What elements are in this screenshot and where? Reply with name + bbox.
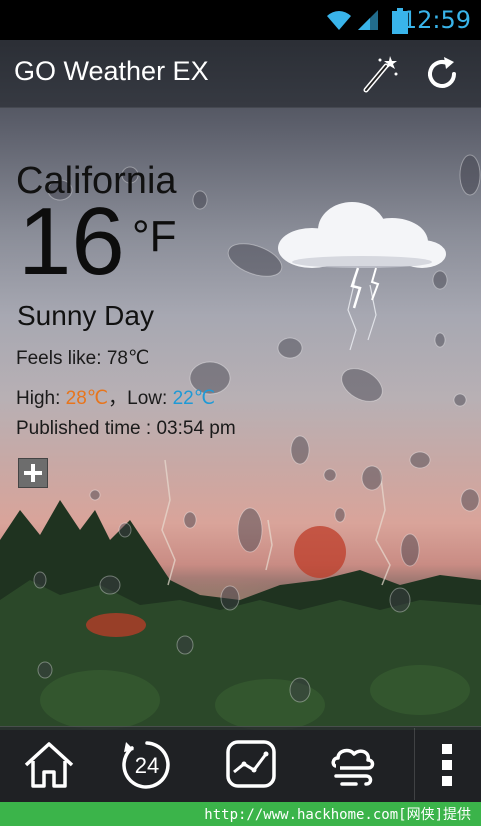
- add-city-button[interactable]: [18, 458, 48, 488]
- feels-like: Feels like: 78℃: [16, 347, 149, 370]
- home-icon: [24, 742, 74, 788]
- temperature-unit: °F: [132, 212, 177, 261]
- weather-condition: Sunny Day: [17, 300, 154, 331]
- trend-chart-button[interactable]: [222, 736, 280, 794]
- hourly-forecast-button[interactable]: 24: [118, 736, 176, 794]
- low-label: Low:: [127, 388, 173, 409]
- high-low: High: 28℃，Low: 22℃: [16, 383, 215, 410]
- refresh-icon: [428, 57, 456, 88]
- wind-cloud-icon: [331, 748, 375, 786]
- watermark-bar: http://www.hackhome.com[网侠]提供: [0, 802, 481, 826]
- signal-icon: [358, 10, 378, 30]
- plus-icon: [24, 464, 42, 482]
- high-low-separator: ，: [108, 388, 128, 409]
- status-time: 12:59: [401, 6, 471, 34]
- high-value: 28℃: [65, 388, 109, 409]
- clock-24h-icon: 24: [122, 741, 170, 789]
- low-value: 22℃: [172, 388, 216, 409]
- high-label: High:: [16, 388, 66, 409]
- more-vertical-icon: [442, 744, 452, 786]
- nav-divider: [414, 728, 415, 800]
- watermark-text: http://www.hackhome.com[网侠]提供: [204, 807, 471, 823]
- thunderstorm-cloud-icon: [278, 202, 446, 309]
- hours-label: 24: [135, 753, 159, 778]
- wifi-icon: [327, 11, 351, 30]
- app-bar: GO Weather EX: [0, 40, 481, 108]
- home-button[interactable]: [20, 736, 78, 794]
- feels-like-label: Feels like:: [16, 348, 107, 369]
- app-title: GO Weather EX: [14, 56, 209, 86]
- trend-chart-icon: [226, 740, 276, 788]
- temperature-value: 16: [18, 188, 125, 295]
- status-bar: 12:59: [0, 0, 481, 40]
- refresh-button[interactable]: [420, 52, 464, 96]
- feels-like-value: 78℃: [106, 348, 150, 369]
- wind-button[interactable]: [326, 736, 384, 794]
- theme-wand-button[interactable]: [358, 52, 402, 96]
- magic-wand-icon: [363, 56, 398, 93]
- overflow-menu-button[interactable]: [430, 736, 466, 794]
- published-time: Published time : 03:54 pm: [16, 418, 236, 439]
